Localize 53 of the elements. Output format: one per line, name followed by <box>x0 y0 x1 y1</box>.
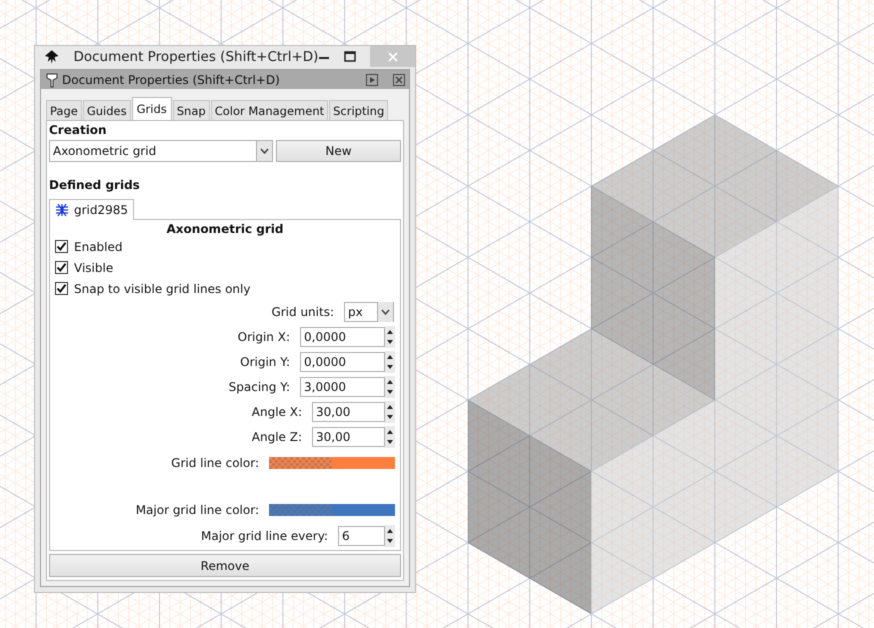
checkbox[interactable] <box>55 240 68 253</box>
tab[interactable]: Color Management <box>210 100 328 120</box>
checkbox-label: Snap to visible grid lines only <box>74 282 250 296</box>
field-label: Grid units: <box>271 304 334 318</box>
tab[interactable]: Snap <box>172 100 210 120</box>
spin-arrows-icon[interactable] <box>385 350 395 372</box>
caret-icon <box>260 148 269 154</box>
tab[interactable]: Grids <box>132 97 172 120</box>
spin-field[interactable]: 3,0000 <box>300 376 385 396</box>
section-heading: Creation <box>49 123 108 137</box>
grid-tab[interactable]: grid2985 <box>49 199 134 220</box>
grid-title: Axonometric grid <box>166 222 284 236</box>
new-button[interactable]: New <box>276 140 401 162</box>
color-swatch[interactable] <box>269 504 395 516</box>
spin-arrows-icon[interactable] <box>385 326 395 348</box>
spin-field[interactable]: 30,00 <box>312 402 385 422</box>
spin-arrows-icon[interactable] <box>385 376 395 398</box>
checkbox[interactable] <box>55 282 68 295</box>
spin-arrows-icon[interactable] <box>385 400 395 422</box>
checkbox-label: Visible <box>74 260 114 274</box>
grid-icon <box>55 203 69 217</box>
tab[interactable]: Scripting <box>329 100 388 120</box>
app-icon <box>43 48 60 64</box>
units-dropdown[interactable]: px <box>344 302 394 322</box>
color-swatch[interactable] <box>269 456 395 468</box>
grid-type-dropdown[interactable]: Axonometric grid <box>49 140 273 162</box>
spin-field[interactable]: 6 <box>338 526 385 546</box>
spin-field[interactable]: 30,00 <box>312 426 385 446</box>
field-label: Angle Z: <box>252 430 302 444</box>
window-title: Document Properties (Shift+Ctrl+D) <box>73 48 318 64</box>
spin-field[interactable]: 0,0000 <box>300 352 385 372</box>
spin-arrows-icon[interactable] <box>385 426 395 448</box>
section-heading: Defined grids <box>49 178 141 192</box>
maximize-icon[interactable] <box>344 50 356 62</box>
tab[interactable]: Guides <box>82 100 131 120</box>
caret-icon <box>381 308 390 314</box>
spin-arrows-icon[interactable] <box>385 524 395 546</box>
checkbox-label: Enabled <box>74 240 122 254</box>
field-label: Grid line color: <box>171 456 259 470</box>
play-icon[interactable] <box>366 74 378 86</box>
tab[interactable]: Page <box>46 100 82 120</box>
panel-title: Document Properties (Shift+Ctrl+D) <box>62 72 281 86</box>
field-label: Spacing Y: <box>228 380 290 394</box>
close-icon[interactable] <box>393 74 405 86</box>
field-label: Angle X: <box>252 404 302 418</box>
field-label: Origin X: <box>238 330 290 344</box>
remove-button[interactable]: Remove <box>49 554 401 577</box>
field-label: Major grid line every: <box>201 528 328 542</box>
field-label: Origin Y: <box>240 354 290 368</box>
close-icon <box>388 52 398 62</box>
spin-field[interactable]: 0,0000 <box>300 326 385 346</box>
checkbox[interactable] <box>55 261 68 274</box>
field-label: Major grid line color: <box>136 502 259 516</box>
